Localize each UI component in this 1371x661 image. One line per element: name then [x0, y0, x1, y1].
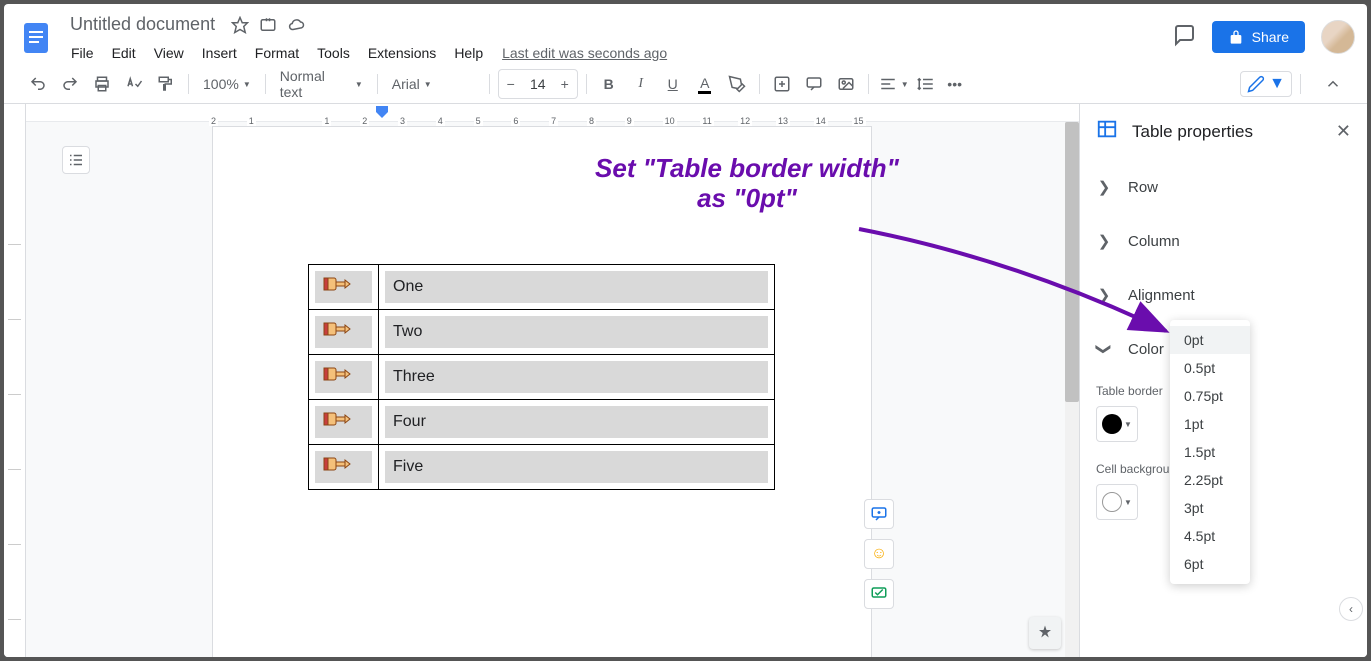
indent-marker-icon[interactable] — [376, 106, 388, 122]
docs-logo[interactable] — [16, 18, 56, 58]
column-section[interactable]: ❯Column — [1080, 214, 1367, 268]
border-width-option[interactable]: 2.25pt — [1170, 466, 1250, 494]
emoji-reaction-button[interactable]: ☺ — [864, 539, 894, 569]
menu-tools[interactable]: Tools — [310, 41, 357, 65]
spellcheck-button[interactable] — [120, 70, 148, 98]
border-width-option[interactable]: 1.5pt — [1170, 438, 1250, 466]
undo-button[interactable] — [24, 70, 52, 98]
border-width-option[interactable]: 0.75pt — [1170, 382, 1250, 410]
border-width-option[interactable]: 3pt — [1170, 494, 1250, 522]
table-cell-text[interactable]: Five — [385, 451, 768, 483]
border-width-dropdown: 0pt0.5pt0.75pt1pt1.5pt2.25pt3pt4.5pt6pt — [1170, 320, 1250, 584]
last-edit-link[interactable]: Last edit was seconds ago — [502, 45, 667, 61]
chevron-down-icon: ❯ — [1095, 341, 1113, 357]
menu-help[interactable]: Help — [447, 41, 490, 65]
table-row[interactable]: One — [309, 265, 775, 310]
horizontal-ruler[interactable]: 21123456789101112131415 — [26, 104, 1079, 122]
redo-button[interactable] — [56, 70, 84, 98]
table-row[interactable]: Three — [309, 355, 775, 400]
paragraph-style-select[interactable]: Normal text▼ — [274, 70, 369, 98]
close-panel-button[interactable]: ✕ — [1336, 121, 1351, 142]
add-comment-floating-button[interactable] — [864, 499, 894, 529]
pointing-hand-icon — [323, 318, 351, 346]
app-header: Untitled document File Edit View — [4, 4, 1367, 65]
bold-button[interactable]: B — [595, 70, 623, 98]
table-row[interactable]: Five — [309, 445, 775, 490]
more-tools-button[interactable]: ••• — [941, 70, 969, 98]
toolbar: 100%▼ Normal text▼ Arial▼ − 14 + B I U A… — [4, 65, 1367, 104]
table-cell-text[interactable]: Three — [385, 361, 768, 393]
insert-link-button[interactable] — [768, 70, 796, 98]
chevron-right-icon: ❯ — [1096, 232, 1112, 250]
add-comment-button[interactable] — [800, 70, 828, 98]
text-color-button[interactable]: A — [691, 70, 719, 98]
border-width-option[interactable]: 0.5pt — [1170, 354, 1250, 382]
document-outline-button[interactable] — [62, 146, 90, 174]
explore-button[interactable] — [1029, 617, 1061, 649]
zoom-select[interactable]: 100%▼ — [197, 70, 257, 98]
cell-background-picker[interactable]: ▼ — [1096, 484, 1138, 520]
menu-view[interactable]: View — [147, 41, 191, 65]
star-icon[interactable] — [231, 16, 249, 34]
table-cell-text[interactable]: Four — [385, 406, 768, 438]
font-family-select[interactable]: Arial▼ — [386, 70, 481, 98]
menu-edit[interactable]: Edit — [105, 41, 143, 65]
share-label: Share — [1252, 29, 1289, 45]
account-avatar[interactable] — [1321, 20, 1355, 54]
insert-image-button[interactable] — [832, 70, 860, 98]
row-section[interactable]: ❯Row — [1080, 160, 1367, 214]
share-button[interactable]: Share — [1212, 21, 1305, 53]
table-row[interactable]: Four — [309, 400, 775, 445]
pointing-hand-icon — [323, 363, 351, 391]
highlight-button[interactable] — [723, 70, 751, 98]
border-width-option[interactable]: 4.5pt — [1170, 522, 1250, 550]
font-size-decrease[interactable]: − — [499, 70, 523, 98]
border-width-option[interactable]: 1pt — [1170, 410, 1250, 438]
border-width-option[interactable]: 0pt — [1170, 326, 1250, 354]
cloud-status-icon[interactable] — [287, 16, 305, 34]
paint-format-button[interactable] — [152, 70, 180, 98]
chevron-right-icon: ❯ — [1096, 178, 1112, 196]
chevron-right-icon: ❯ — [1096, 286, 1112, 304]
menubar: File Edit View Insert Format Tools Exten… — [64, 41, 1172, 65]
italic-button[interactable]: I — [627, 70, 655, 98]
open-comments-icon[interactable] — [1172, 23, 1196, 52]
pointing-hand-icon — [323, 273, 351, 301]
pointing-hand-icon — [323, 453, 351, 481]
underline-button[interactable]: U — [659, 70, 687, 98]
alignment-section[interactable]: ❯Alignment — [1080, 268, 1367, 322]
show-side-panel-button[interactable]: ‹ — [1339, 597, 1363, 621]
border-color-picker[interactable]: ▼ — [1096, 406, 1138, 442]
suggest-edits-button[interactable] — [864, 579, 894, 609]
doc-title[interactable]: Untitled document — [64, 12, 221, 37]
border-width-option[interactable]: 6pt — [1170, 550, 1250, 578]
vertical-ruler — [4, 104, 26, 657]
menu-format[interactable]: Format — [248, 41, 306, 65]
panel-title: Table properties — [1132, 122, 1322, 142]
table-row[interactable]: Two — [309, 310, 775, 355]
font-size-increase[interactable]: + — [553, 70, 577, 98]
pointing-hand-icon — [323, 408, 351, 436]
font-size-input[interactable]: 14 — [523, 76, 553, 92]
vertical-scrollbar[interactable] — [1065, 122, 1079, 657]
move-icon[interactable] — [259, 16, 277, 34]
menu-insert[interactable]: Insert — [195, 41, 244, 65]
menu-extensions[interactable]: Extensions — [361, 41, 443, 65]
align-button[interactable]: ▼ — [877, 70, 911, 98]
table-icon — [1096, 118, 1118, 145]
document-table[interactable]: One Two Three Four Five — [308, 264, 775, 490]
hide-menus-button[interactable] — [1319, 70, 1347, 98]
table-cell-text[interactable]: One — [385, 271, 768, 303]
editing-mode-button[interactable]: ▼ — [1240, 71, 1292, 97]
line-spacing-button[interactable] — [915, 70, 937, 98]
table-cell-text[interactable]: Two — [385, 316, 768, 348]
menu-file[interactable]: File — [64, 41, 101, 65]
print-button[interactable] — [88, 70, 116, 98]
